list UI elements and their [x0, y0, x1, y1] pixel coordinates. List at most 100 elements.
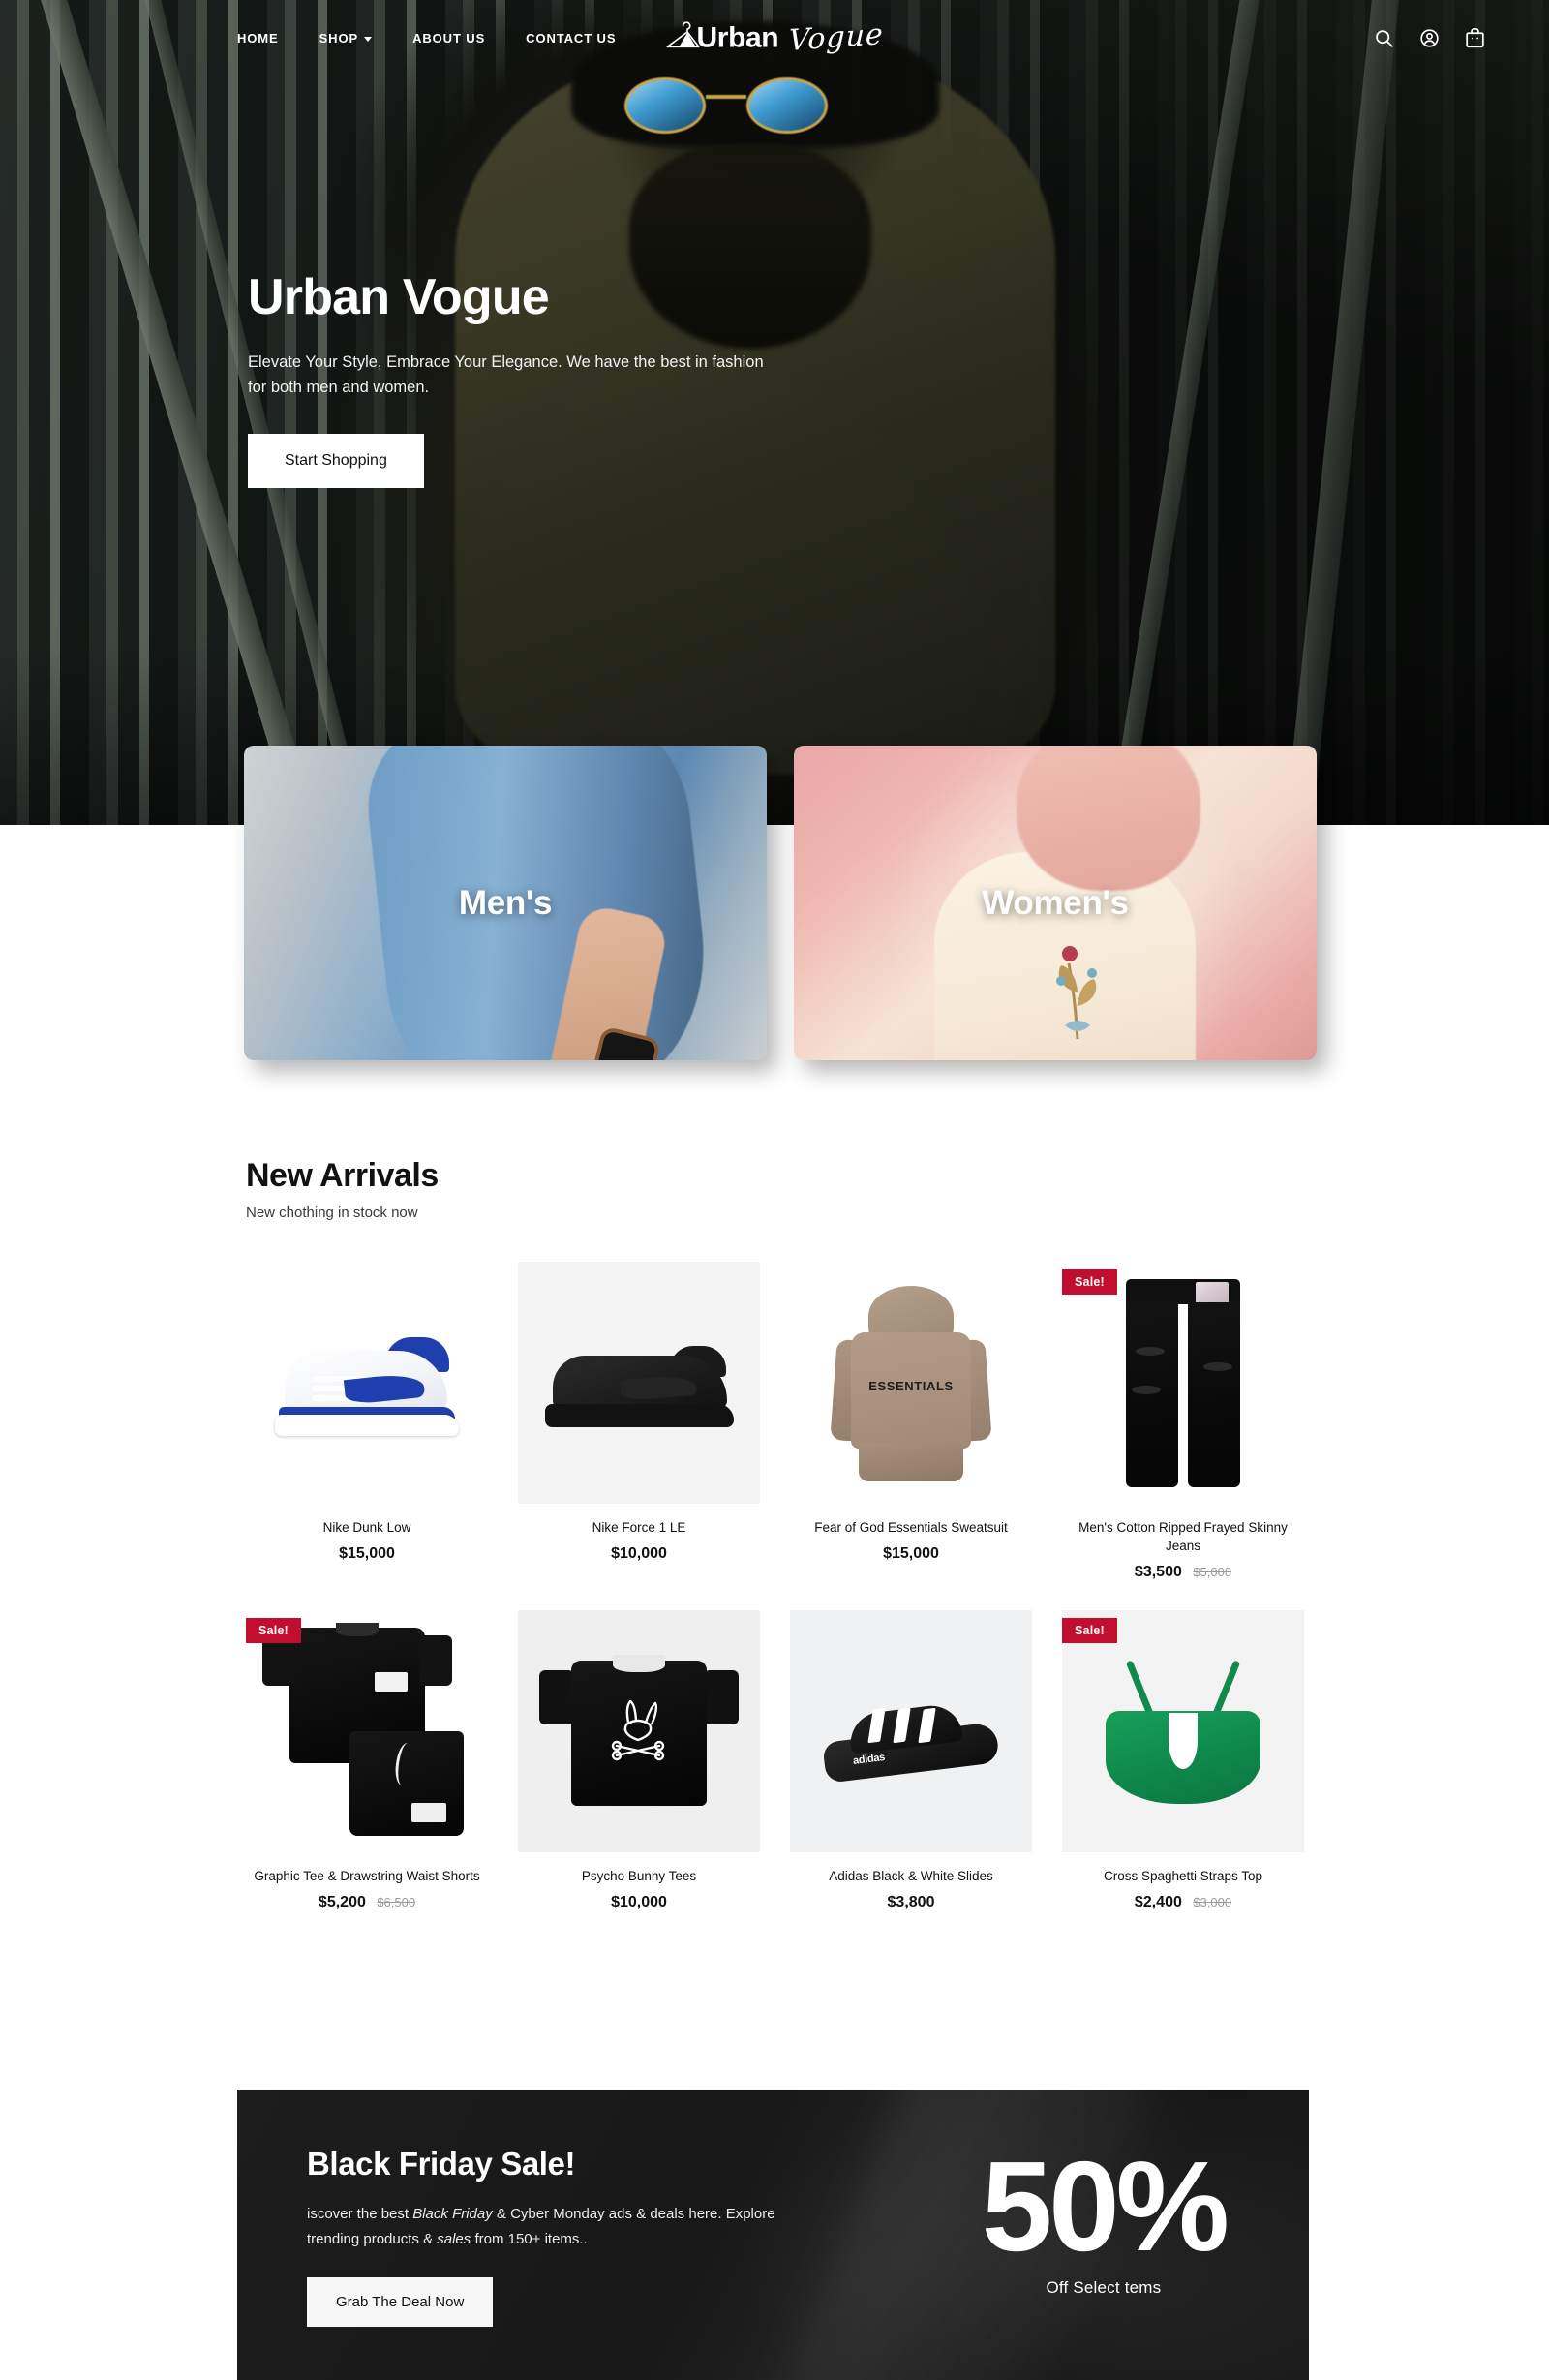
- product-price: $10,000: [518, 1545, 760, 1563]
- product-price: $10,000: [518, 1894, 760, 1911]
- product-image: Sale!: [1062, 1262, 1304, 1504]
- watch-decoration: [595, 1030, 657, 1060]
- hero-subtitle: Elevate Your Style, Embrace Your Eleganc…: [248, 352, 764, 397]
- status-badge: Sale!: [1062, 1269, 1117, 1295]
- product-grid: Nike Dunk Low $15,000 Nike Force 1 LE $1…: [246, 1262, 1311, 1911]
- banner-text-part1: iscover the best: [307, 2206, 413, 2222]
- product-old-price: $6,500: [377, 1895, 416, 1910]
- search-icon[interactable]: [1374, 28, 1394, 48]
- product-price: $15,000: [790, 1545, 1032, 1563]
- category-label: Women's: [982, 883, 1129, 922]
- product-price: $3,800: [790, 1894, 1032, 1911]
- discount-caption: Off Select tems: [1046, 2278, 1162, 2298]
- graphic-tee-illustration: [539, 1649, 739, 1814]
- product-price: $5,200 $6,500: [246, 1894, 488, 1911]
- section-title: New Arrivals: [246, 1157, 439, 1194]
- bra-top-illustration: [1102, 1659, 1264, 1805]
- nav-links: HOME SHOP ABOUT US CONTACT US: [237, 31, 616, 46]
- product-current-price: $15,000: [883, 1545, 939, 1563]
- product-current-price: $10,000: [611, 1545, 667, 1563]
- product-image: [246, 1262, 488, 1504]
- product-current-price: $5,200: [318, 1894, 366, 1911]
- hero-copy: Urban Vogue Elevate Your Style, Embrace …: [248, 269, 790, 489]
- product-name: Psycho Bunny Tees: [581, 1869, 697, 1884]
- banner-copy: Black Friday Sale! iscover the best Blac…: [307, 2146, 810, 2327]
- slides-illustration: adidas: [822, 1690, 1000, 1785]
- product-current-price: $2,400: [1134, 1894, 1182, 1911]
- logo-script-text: Vogue: [787, 16, 884, 59]
- product-name: Men's Cotton Ripped Frayed Skinny Jeans: [1078, 1520, 1288, 1554]
- product-price: $15,000: [246, 1545, 488, 1563]
- nav-icon-group: [1374, 27, 1485, 48]
- product-card[interactable]: Nike Force 1 LE $10,000: [518, 1262, 760, 1581]
- product-image: Sale!: [246, 1610, 488, 1853]
- banner-text-emphasis1: Black Friday: [412, 2206, 493, 2222]
- product-current-price: $3,500: [1134, 1564, 1182, 1581]
- tee-and-shorts-illustration: [262, 1622, 464, 1836]
- category-card-womens[interactable]: Women's: [794, 746, 1317, 1060]
- product-price: $2,400 $3,000: [1062, 1894, 1304, 1911]
- banner-title: Black Friday Sale!: [307, 2146, 576, 2182]
- nav-item-contact-us[interactable]: CONTACT US: [526, 31, 616, 46]
- cart-icon[interactable]: [1465, 27, 1485, 48]
- product-card[interactable]: adidas Adidas Black & White Slides $3,80…: [790, 1610, 1032, 1911]
- hoodie-graphic-text: ESSENTIALS: [868, 1379, 954, 1393]
- chevron-down-icon: [364, 36, 373, 42]
- nav-item-label: SHOP: [319, 30, 359, 46]
- grab-the-deal-button[interactable]: Grab The Deal Now: [307, 2276, 494, 2327]
- product-name: Nike Force 1 LE: [592, 1520, 686, 1535]
- nav-item-about-us[interactable]: ABOUT US: [412, 31, 485, 46]
- new-arrivals-section: New Arrivals New chothing in stock now N…: [0, 1157, 1549, 1911]
- product-card[interactable]: Psycho Bunny Tees $10,000: [518, 1610, 760, 1911]
- product-image: [518, 1610, 760, 1853]
- page-title: Urban Vogue: [248, 269, 550, 325]
- product-name: Fear of God Essentials Sweatsuit: [814, 1520, 1008, 1535]
- start-shopping-button[interactable]: Start Shopping: [248, 434, 424, 489]
- sneaker-illustration: [544, 1338, 734, 1427]
- banner-text-part3: from 150+ items..: [471, 2230, 588, 2247]
- banner-text: iscover the best Black Friday & Cyber Mo…: [307, 2202, 810, 2252]
- nav-item-label: ABOUT US: [412, 30, 486, 46]
- category-cards: Men's Women's: [0, 746, 1549, 1065]
- sneaker-illustration: [275, 1329, 459, 1436]
- site-logo[interactable]: Urban Vogue: [666, 17, 884, 58]
- product-card[interactable]: Sale! Graphic Tee & Drawstring Waist Sho…: [246, 1610, 488, 1911]
- status-badge: Sale!: [1062, 1618, 1117, 1644]
- product-card[interactable]: Sale! Men's Cotton Ripped Frayed Skinny …: [1062, 1262, 1304, 1581]
- status-badge: Sale!: [246, 1618, 301, 1644]
- section-subtitle: New chothing in stock now: [246, 1205, 418, 1221]
- main-navigation: HOME SHOP ABOUT US CONTACT US Urban Vogu…: [0, 0, 1549, 76]
- hero-section: Urban Vogue Elevate Your Style, Embrace …: [0, 0, 1549, 825]
- product-current-price: $10,000: [611, 1894, 667, 1911]
- nav-item-label: CONTACT US: [526, 30, 617, 46]
- product-current-price: $3,800: [887, 1894, 935, 1911]
- product-name: Graphic Tee & Drawstring Waist Shorts: [254, 1869, 480, 1884]
- category-label: Men's: [458, 883, 553, 922]
- product-image: adidas: [790, 1610, 1032, 1853]
- product-card[interactable]: Sale! Cross Spaghetti Straps Top $2,400 …: [1062, 1610, 1304, 1911]
- product-image: Sale!: [1062, 1610, 1304, 1853]
- product-name: Nike Dunk Low: [322, 1520, 411, 1535]
- product-old-price: $3,000: [1193, 1895, 1232, 1910]
- product-current-price: $15,000: [339, 1545, 395, 1563]
- black-friday-banner: Black Friday Sale! iscover the best Blac…: [237, 2090, 1309, 2380]
- product-card[interactable]: Nike Dunk Low $15,000: [246, 1262, 488, 1581]
- nav-item-label: HOME: [237, 30, 279, 46]
- hanger-icon: [666, 21, 700, 47]
- banner-text-emphasis2: sales: [437, 2230, 471, 2247]
- account-icon[interactable]: [1419, 28, 1440, 48]
- nav-item-home[interactable]: HOME: [237, 31, 279, 46]
- nav-item-shop[interactable]: SHOP: [319, 30, 373, 46]
- category-card-mens[interactable]: Men's: [244, 746, 767, 1060]
- banner-discount: 50% Off Select tems: [981, 2135, 1230, 2298]
- hoodie-illustration: ESSENTIALS: [830, 1286, 992, 1481]
- product-image: ESSENTIALS: [790, 1262, 1032, 1504]
- product-name: Adidas Black & White Slides: [829, 1869, 993, 1884]
- product-old-price: $5,000: [1193, 1565, 1232, 1580]
- product-card[interactable]: ESSENTIALS Fear of God Essentials Sweats…: [790, 1262, 1032, 1581]
- product-name: Cross Spaghetti Straps Top: [1103, 1869, 1263, 1884]
- product-image: [518, 1262, 760, 1504]
- product-price: $3,500 $5,000: [1062, 1564, 1304, 1581]
- bunny-crossbones-icon: [611, 1700, 665, 1761]
- discount-percent: 50%: [981, 2135, 1230, 2277]
